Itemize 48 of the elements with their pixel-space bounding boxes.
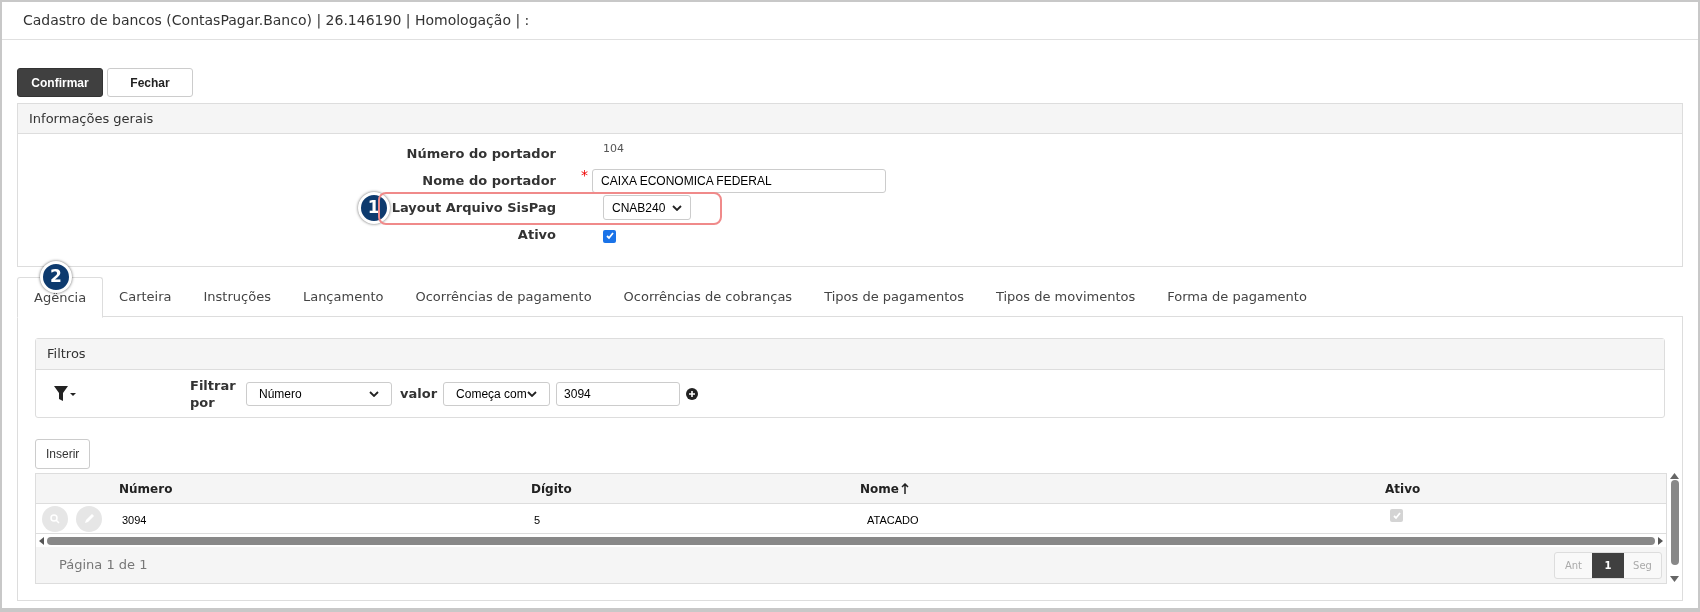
column-header[interactable]: Dígito <box>531 479 572 498</box>
field-label: Número do portador <box>406 144 556 163</box>
column-header[interactable]: Nome <box>860 479 909 498</box>
scroll-down-icon[interactable] <box>1670 576 1679 582</box>
confirm-button[interactable]: Confirmar <box>17 68 103 97</box>
panel-title: Filtros <box>47 345 86 364</box>
tab[interactable]: Ocorrências de cobranças <box>607 277 809 317</box>
page-button[interactable]: 1 <box>1592 552 1624 578</box>
scroll-right-icon[interactable] <box>1658 536 1663 545</box>
field-value: 104 <box>603 141 624 158</box>
caret-icon <box>672 204 682 211</box>
tab[interactable]: Lançamento <box>286 277 400 317</box>
field-select[interactable]: Número <box>246 382 392 406</box>
table-cell: 5 <box>534 513 541 526</box>
tab[interactable]: Forma de pagamento <box>1151 277 1323 317</box>
operator-select[interactable]: Começa com <box>443 382 551 406</box>
callout-badge: 2 <box>40 261 72 293</box>
tab[interactable]: Ocorrências de pagamento <box>399 277 608 317</box>
filter-label: Filtrar por <box>190 377 237 411</box>
value-label: valor <box>400 385 438 404</box>
column-header[interactable]: Ativo <box>1385 479 1421 498</box>
layout-select[interactable]: CNAB240 <box>603 195 691 220</box>
field-label: Layout Arquivo SisPag <box>391 198 556 217</box>
value-input[interactable]: 3094 <box>556 382 681 406</box>
vertical-scrollbar[interactable] <box>1667 471 1682 584</box>
caret-icon <box>527 391 538 397</box>
panel-title: Informações gerais <box>29 109 154 128</box>
scroll-left-icon[interactable] <box>39 536 44 545</box>
window-title: Cadastro de bancos (ContasPagar.Banco) | 26.146190 | Homologação | : <box>23 11 530 31</box>
checkbox[interactable] <box>603 229 616 243</box>
insert-button[interactable]: Inserir <box>35 439 91 469</box>
tab[interactable]: Tipos de pagamentos <box>808 277 980 317</box>
page-info: Página 1 de 1 <box>59 556 148 575</box>
tab[interactable]: Instruções <box>187 277 287 317</box>
table-cell: 3094 <box>122 513 147 526</box>
field-label: Ativo <box>517 225 556 244</box>
add-icon[interactable] <box>686 388 699 400</box>
table-cell: ATACADO <box>867 513 919 526</box>
sort-arrow-icon <box>900 483 909 494</box>
column-header[interactable]: Número <box>119 479 173 498</box>
filter-icon[interactable] <box>54 386 76 402</box>
close-button[interactable]: Fechar <box>107 68 193 97</box>
caret-icon <box>369 391 379 397</box>
field-label: Nome do portador <box>422 171 556 190</box>
required-asterisk: * <box>581 166 588 185</box>
name-input[interactable]: CAIXA ECONOMICA FEDERAL <box>592 168 886 193</box>
tab[interactable]: Carteira <box>103 277 188 317</box>
tab[interactable]: Tipos de movimentos <box>979 277 1152 317</box>
